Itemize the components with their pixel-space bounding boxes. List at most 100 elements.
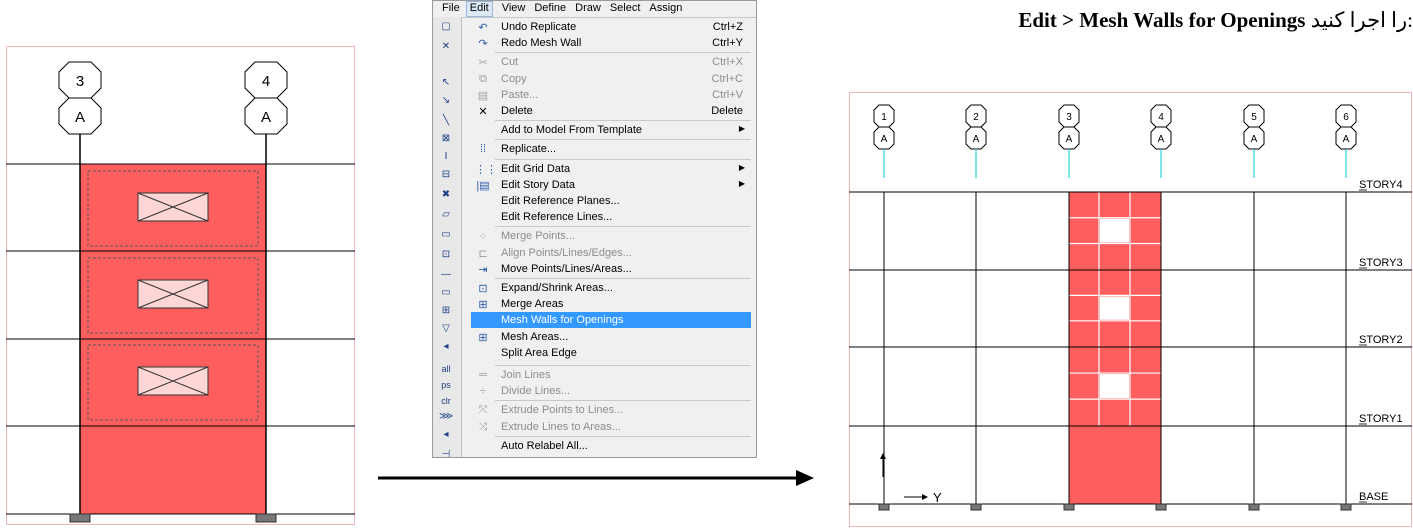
menu-draw[interactable]: Draw <box>575 1 601 17</box>
divide-lines-icon: ÷ <box>479 385 487 398</box>
expand-icon: ⊡ <box>478 283 488 295</box>
draw-point-icon[interactable]: ⊡ <box>439 249 453 261</box>
submenu-arrow-icon: ▶ <box>738 124 745 134</box>
intersect-icon[interactable]: ⋙ <box>439 411 453 423</box>
join-lines-icon: ═ <box>479 369 487 381</box>
menu-item-edit-story-data[interactable]: |▤ Edit Story Data ▶ <box>471 177 751 193</box>
story-label: STORY3 <box>1359 257 1403 269</box>
menu-item-label: Extrude Lines to Areas... <box>501 420 621 433</box>
support-icon <box>69 513 91 523</box>
menu-item-edit-reference-lines[interactable]: Edit Reference Lines... <box>471 209 751 225</box>
merge-areas-icon: ⊞ <box>478 299 488 312</box>
draw-x-icon[interactable]: ✖ <box>439 189 453 201</box>
bubble-number: 1 <box>881 112 887 123</box>
menu-assign[interactable]: Assign <box>649 1 682 17</box>
draw-line-icon[interactable]: ╲ <box>439 115 453 127</box>
grid-data-icon: ⋮⋮ <box>475 163 497 176</box>
menu-item-copy[interactable]: ⧉ Copy Ctrl+C <box>471 71 751 87</box>
draw-slab-icon[interactable]: ▱ <box>439 209 453 221</box>
menu-item-delete[interactable]: ✕ Delete Delete <box>471 103 751 119</box>
reshape-icon[interactable]: ↘ <box>439 95 453 107</box>
menu-view[interactable]: View <box>502 1 526 17</box>
story-label: STORY2 <box>1359 334 1403 346</box>
menu-item-join-lines[interactable]: ═ Join Lines <box>471 367 751 383</box>
left-elevation-drawing: 3 A 4 A <box>6 46 355 525</box>
menu-file[interactable]: File <box>442 1 460 17</box>
support-icon <box>1340 503 1352 511</box>
menu-item-label: Divide Lines... <box>501 385 571 398</box>
clear-selection-icon[interactable]: clr <box>435 395 457 407</box>
draw-rect-icon[interactable]: ▭ <box>439 287 453 299</box>
draw-column-icon[interactable]: I <box>439 151 453 163</box>
menu-item-extrude-lines[interactable]: ⤨ Extrude Lines to Areas... <box>471 419 751 435</box>
bubble-letter: A <box>1158 134 1165 145</box>
menu-item-edit-grid-data[interactable]: ⋮⋮ Edit Grid Data ▶ <box>471 161 751 177</box>
snap-icon[interactable]: ⊣ <box>439 449 453 457</box>
bubble-number: 4 <box>1158 112 1164 123</box>
menu-item-align[interactable]: ⊏ Align Points/Lines/Edges... <box>471 245 751 261</box>
menubar: File Edit View Define Draw Select Assign <box>433 1 756 18</box>
menu-item-redo[interactable]: ↷ Redo Mesh Wall Ctrl+Y <box>471 35 751 51</box>
mesh-icon[interactable]: ⊞ <box>439 305 453 317</box>
undo-icon: ↶ <box>478 22 488 34</box>
triangle-icon[interactable]: ▽ <box>439 323 453 335</box>
menu-item-undo[interactable]: ↶ Undo Replicate Ctrl+Z <box>471 19 751 35</box>
menu-separator <box>495 435 751 437</box>
menu-item-mesh-walls-for-openings[interactable]: Mesh Walls for Openings <box>471 312 751 329</box>
menu-item-paste[interactable]: ▤ Paste... Ctrl+V <box>471 87 751 103</box>
delete-icon: ✕ <box>478 106 488 118</box>
menu-item-cut[interactable]: ✂ Cut Ctrl+X <box>471 54 751 70</box>
right-elevation-drawing: STORY4 STORY3 STORY2 STORY1 BASE 1 A 2 A 3 A 4 A 5 A 6 A… <box>849 92 1412 527</box>
menu-item-split-area-edge[interactable]: Split Area Edge <box>471 345 751 361</box>
draw-wall-icon[interactable]: — <box>439 269 453 281</box>
right-elevation-view: STORY4 STORY3 STORY2 STORY1 BASE 1 A 2 A 3 A 4 A 5 A 6 A… <box>849 92 1412 527</box>
opening-hole <box>1100 374 1129 399</box>
menu-item-merge-points[interactable]: ⁘ Merge Points... <box>471 228 751 244</box>
menu-item-divide-lines[interactable]: ÷ Divide Lines... <box>471 383 751 399</box>
new-icon[interactable]: ▢ <box>439 21 453 33</box>
menu-item-edit-reference-planes[interactable]: Edit Reference Planes... <box>471 193 751 209</box>
menu-define[interactable]: Define <box>534 1 566 17</box>
previous-selection-icon[interactable]: ps <box>435 379 457 391</box>
support-icon <box>1155 503 1167 511</box>
menu-item-label: Join Lines <box>501 369 551 381</box>
menu-item-mesh-areas[interactable]: ⊞ Mesh Areas... <box>471 329 751 345</box>
support-icon <box>970 503 982 511</box>
menu-separator <box>495 400 751 402</box>
menu-select[interactable]: Select <box>610 1 641 17</box>
scroll-down-icon[interactable]: ◂ <box>439 429 453 441</box>
menu-item-expand-shrink[interactable]: ⊡ Expand/Shrink Areas... <box>471 280 751 296</box>
menu-item-move[interactable]: ⇥ Move Points/Lines/Areas... <box>471 261 751 277</box>
submenu-arrow-icon: ▶ <box>738 178 745 188</box>
align-icon: ⊏ <box>478 247 488 260</box>
draw-beam-icon[interactable]: ⊟ <box>439 169 453 181</box>
opening-1 <box>137 192 209 222</box>
scroll-left-icon[interactable]: ◂ <box>439 341 453 353</box>
bubble-letter: A <box>1066 134 1073 145</box>
bubble-number: 6 <box>1343 112 1349 123</box>
support-icon <box>255 513 277 523</box>
menu-item-add-from-template[interactable]: Add to Model From Template ▶ <box>471 122 751 138</box>
opening-hole <box>1100 296 1129 320</box>
menu-item-label: Auto Relabel All... <box>501 439 588 452</box>
menu-edit[interactable]: Edit <box>465 1 493 17</box>
replicate-icon: ⁞⁞ <box>479 143 487 156</box>
bubble-number: 3 <box>76 73 84 90</box>
select-all-icon[interactable]: all <box>435 363 457 375</box>
support-icon <box>1063 503 1075 511</box>
menu-separator <box>495 226 751 228</box>
support-icon <box>878 503 890 511</box>
pointer-icon[interactable]: ↖ <box>439 77 453 89</box>
draw-area-icon[interactable]: ▭ <box>439 229 453 241</box>
bubble-letter: A <box>1251 134 1258 145</box>
menu-separator <box>495 278 751 279</box>
draw-brace-icon[interactable]: ⊠ <box>439 133 453 145</box>
menu-item-replicate[interactable]: ⁞⁞ Replicate... <box>471 141 751 157</box>
menu-item-merge-areas[interactable]: ⊞ Merge Areas <box>471 296 751 312</box>
bubble-letter: A <box>75 109 85 126</box>
menu-item-extrude-points[interactable]: ⤧ Extrude Points to Lines... <box>471 402 751 418</box>
cross-icon[interactable]: ✕ <box>439 41 453 53</box>
menu-item-auto-relabel[interactable]: Auto Relabel All... <box>471 438 751 454</box>
paste-icon: ▤ <box>477 89 489 102</box>
redo-icon: ↷ <box>478 38 488 51</box>
